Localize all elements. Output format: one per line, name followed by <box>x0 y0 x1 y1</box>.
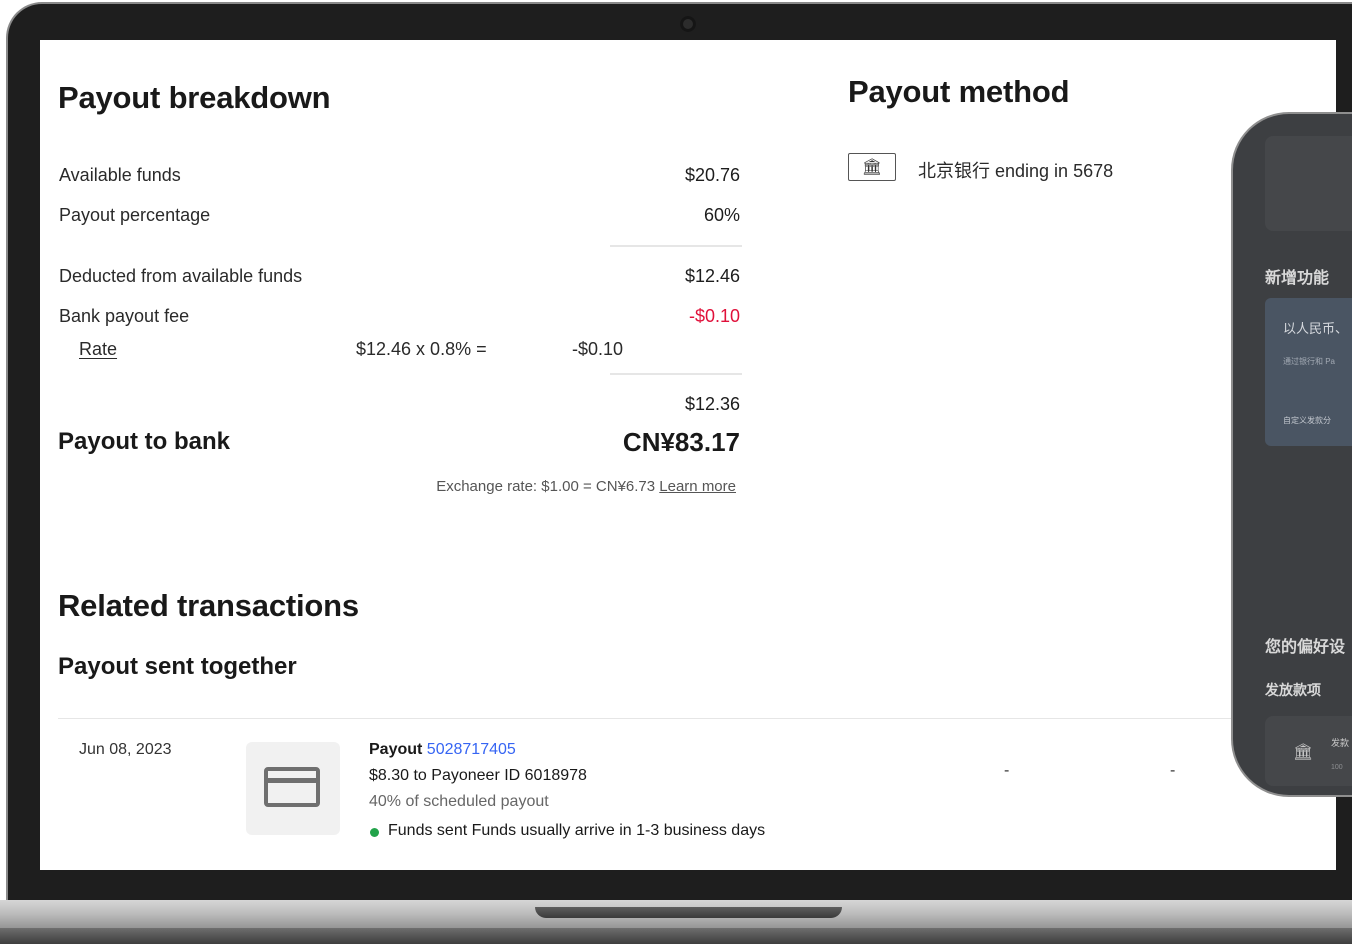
bank-fee-value: -$0.10 <box>688 306 740 326</box>
bank-fee-label: Bank payout fee <box>59 306 190 326</box>
divider <box>610 245 742 247</box>
available-funds-label: Available funds <box>59 165 181 185</box>
exchange-rate-text: Exchange rate: $1.00 = CN¥6.73 <box>436 478 656 495</box>
phone-feature-card-title: 以人民币、 <box>1283 321 1349 336</box>
payout-id-link[interactable]: 5028717405 <box>427 741 516 758</box>
laptop-notch <box>535 907 842 918</box>
screen: Payout breakdown Available funds $20.76 … <box>40 40 1336 870</box>
amount-line: $8.30 to Payoneer ID 6018978 <box>369 767 587 784</box>
status-dot-icon <box>370 828 379 837</box>
status-line: Funds sent Funds usually arrive in 1-3 b… <box>388 822 765 840</box>
credit-card-icon <box>264 767 320 807</box>
payout-percentage-value: 60% <box>703 205 740 225</box>
payout-percentage-label: Payout percentage <box>59 205 211 225</box>
row-divider <box>58 718 1336 719</box>
percent-line: 40% of scheduled payout <box>369 793 549 810</box>
status-note: Funds usually arrive in 1-3 business day… <box>471 822 766 839</box>
phone-payout-item-title: 发款 <box>1331 738 1350 748</box>
phone-payout-item[interactable]: 🏛 发款 100 <box>1265 716 1352 786</box>
rate-link[interactable]: Rate <box>79 339 117 360</box>
credit-card-icon-tile <box>246 742 340 835</box>
exchange-rate: Exchange rate: $1.00 = CN¥6.73 Learn mor… <box>436 478 736 495</box>
payout-label: Payout <box>369 741 423 758</box>
phone-overlay: 新增功能 以人民币、 通过银行和 Pa 自定义发款分 您的偏好设 发放款项 🏛 … <box>1233 114 1352 795</box>
laptop-base-edge <box>0 928 1352 944</box>
method-title: Payout method <box>848 74 1070 109</box>
row-date: Jun 08, 2023 <box>79 741 172 758</box>
available-funds-value: $20.76 <box>684 165 740 185</box>
rate-formula: $12.46 x 0.8% = <box>356 339 487 359</box>
learn-more-link[interactable]: Learn more <box>659 478 736 495</box>
related-title: Related transactions <box>58 588 359 623</box>
divider <box>610 373 742 375</box>
phone-new-features-title: 新增功能 <box>1265 270 1330 287</box>
row-col-a: - <box>1004 762 1010 779</box>
phone-feature-card[interactable]: 以人民币、 通过银行和 Pa 自定义发款分 <box>1265 298 1352 446</box>
rate-result: -$0.10 <box>572 339 624 359</box>
phone-header-card <box>1265 136 1352 231</box>
phone-preferences-title: 您的偏好设 <box>1265 639 1346 656</box>
row-col-b: - <box>1170 762 1176 779</box>
phone-payout-item-subtitle: 100 <box>1331 764 1343 771</box>
webcam <box>680 16 696 32</box>
deducted-label: Deducted from available funds <box>59 266 303 286</box>
phone-payouts-title: 发放款项 <box>1265 682 1321 698</box>
deducted-value: $12.46 <box>684 266 740 286</box>
phone-feature-card-footer: 自定义发款分 <box>1283 416 1331 425</box>
bank-icon: 🏛 <box>1293 744 1314 761</box>
payout-to-bank-value: CN¥83.17 <box>622 427 740 457</box>
payout-line: Payout 5028717405 <box>369 741 516 759</box>
payout-sent-together-title: Payout sent together <box>58 653 297 680</box>
status-text: Funds sent <box>388 822 468 839</box>
phone-feature-card-subtitle: 通过银行和 Pa <box>1283 357 1336 366</box>
bank-icon: 🏛 <box>848 153 896 181</box>
subtotal-value: $12.36 <box>684 394 740 414</box>
bank-account: 北京银行 ending in 5678 <box>918 161 1114 181</box>
payout-to-bank-label: Payout to bank <box>58 428 231 455</box>
breakdown-title: Payout breakdown <box>58 80 331 115</box>
